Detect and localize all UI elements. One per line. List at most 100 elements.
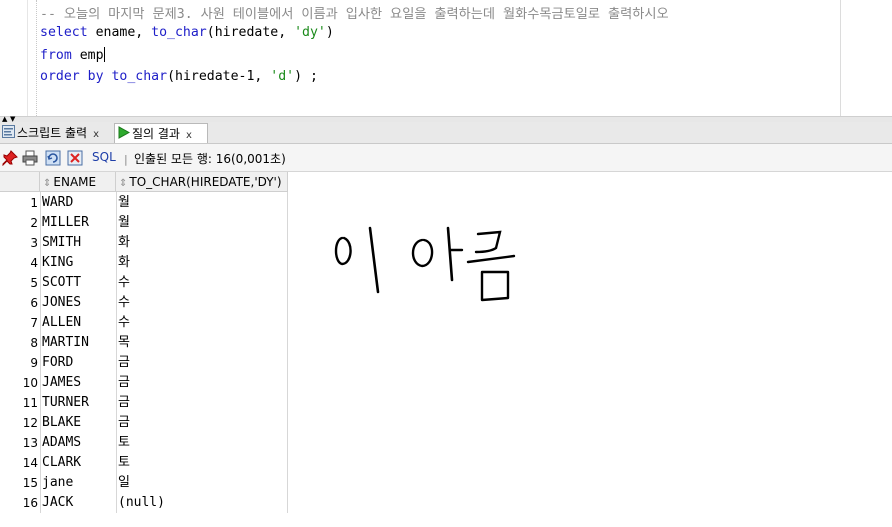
- cell-ename[interactable]: BLAKE: [42, 413, 81, 433]
- sql-button[interactable]: SQL: [92, 150, 116, 164]
- function-to-char: to_char: [111, 69, 168, 84]
- cell-day[interactable]: 금: [118, 353, 130, 373]
- cell-ename[interactable]: MARTIN: [42, 333, 89, 353]
- table-row[interactable]: 13 ADAMS 토: [0, 433, 288, 453]
- cell-ename[interactable]: CLARK: [42, 453, 81, 473]
- close-icon[interactable]: x: [186, 130, 192, 141]
- cell-day[interactable]: 수: [118, 273, 130, 293]
- table-row[interactable]: 14 CLARK 토: [0, 453, 288, 473]
- row-number: 16: [22, 496, 38, 510]
- row-number: 8: [30, 336, 38, 350]
- row-number: 12: [22, 416, 38, 430]
- keyword-select: select: [40, 25, 88, 40]
- cell-day[interactable]: 토: [118, 453, 130, 473]
- row-number-header: [0, 172, 40, 192]
- column-header-ename[interactable]: ⇕ ENAME: [40, 172, 116, 192]
- result-tab-bar: 스크립트 출력 x 질의 결과 x: [0, 122, 892, 144]
- cell-ename[interactable]: JAMES: [42, 373, 81, 393]
- row-number: 4: [30, 256, 38, 270]
- refresh-icon[interactable]: [45, 150, 61, 166]
- export-icon[interactable]: [67, 150, 83, 166]
- cell-ename[interactable]: SMITH: [42, 233, 81, 253]
- script-output-icon: [2, 124, 15, 144]
- row-number: 11: [22, 396, 38, 410]
- row-number: 2: [30, 216, 38, 230]
- cell-day[interactable]: 금: [118, 373, 130, 393]
- sort-icon[interactable]: ⇕: [119, 178, 127, 189]
- code-text: ): [325, 25, 334, 40]
- cell-day[interactable]: 수: [118, 313, 130, 333]
- row-number: 15: [22, 476, 38, 490]
- code-comment-line: -- 오늘의 마지막 문제3. 사원 테이블에서 이름과 입사한 요일을 출력하…: [40, 7, 669, 22]
- table-row[interactable]: 2 MILLER 월: [0, 213, 288, 233]
- cell-ename[interactable]: SCOTT: [42, 273, 81, 293]
- function-to-char: to_char: [151, 25, 207, 40]
- table-row[interactable]: 16 JACK (null): [0, 493, 288, 513]
- keyword-order-by: order by: [40, 69, 104, 84]
- table-row[interactable]: 8 MARTIN 목: [0, 333, 288, 353]
- table-row[interactable]: 1 WARD 월: [0, 193, 288, 213]
- code-text: ) ;: [294, 69, 318, 84]
- row-number: 14: [22, 456, 38, 470]
- code-line-from: from emp: [40, 47, 105, 63]
- cell-day[interactable]: 월: [118, 213, 130, 233]
- code-text: (hiredate,: [206, 25, 295, 40]
- editor-gutter: [0, 0, 28, 116]
- table-row[interactable]: 3 SMITH 화: [0, 233, 288, 253]
- cell-ename[interactable]: FORD: [42, 353, 73, 373]
- cell-day[interactable]: 화: [118, 253, 130, 273]
- table-row[interactable]: 5 SCOTT 수: [0, 273, 288, 293]
- row-number: 13: [22, 436, 38, 450]
- code-text: (hiredate-1,: [167, 69, 271, 84]
- code-line-select: select ename, to_char(hiredate, 'dy'): [40, 25, 334, 40]
- tab-query-result[interactable]: 질의 결과 x: [114, 123, 208, 143]
- row-number: 6: [30, 296, 38, 310]
- pin-icon[interactable]: [2, 150, 18, 167]
- cell-ename[interactable]: ADAMS: [42, 433, 81, 453]
- print-icon[interactable]: [22, 150, 38, 166]
- string-literal: 'dy': [294, 25, 326, 40]
- table-row[interactable]: 4 KING 화: [0, 253, 288, 273]
- cell-day[interactable]: 목: [118, 333, 130, 353]
- column-header-to-char[interactable]: ⇕ TO_CHAR(HIREDATE,'DY'): [116, 172, 288, 192]
- code-line-order-by: order by to_char(hiredate-1, 'd') ;: [40, 69, 318, 84]
- cell-ename[interactable]: ALLEN: [42, 313, 81, 333]
- cell-day[interactable]: (null): [118, 493, 165, 513]
- cell-day[interactable]: 수: [118, 293, 130, 313]
- table-row[interactable]: 15 jane 일: [0, 473, 288, 493]
- table-row[interactable]: 12 BLAKE 금: [0, 413, 288, 433]
- handwritten-annotation: [334, 226, 516, 302]
- string-literal: 'd': [270, 69, 295, 84]
- table-row[interactable]: 9 FORD 금: [0, 353, 288, 373]
- cell-day[interactable]: 금: [118, 393, 130, 413]
- sort-icon[interactable]: ⇕: [43, 178, 51, 189]
- result-toolbar: SQL | 인출된 모든 행: 16(0,001초): [0, 144, 892, 172]
- table-row[interactable]: 6 JONES 수: [0, 293, 288, 313]
- cell-day[interactable]: 금: [118, 413, 130, 433]
- cell-day[interactable]: 토: [118, 433, 130, 453]
- cell-ename[interactable]: KING: [42, 253, 73, 273]
- cell-day[interactable]: 월: [118, 193, 130, 213]
- row-number: 5: [30, 276, 38, 290]
- cell-ename[interactable]: TURNER: [42, 393, 89, 413]
- table-row[interactable]: 7 ALLEN 수: [0, 313, 288, 333]
- cell-ename[interactable]: jane: [42, 473, 73, 493]
- tab-script-output[interactable]: 스크립트 출력 x: [0, 123, 112, 143]
- tab-label: 스크립트 출력: [17, 126, 88, 140]
- close-icon[interactable]: x: [93, 129, 99, 140]
- table-row[interactable]: 11 TURNER 금: [0, 393, 288, 413]
- sql-editor[interactable]: -- 오늘의 마지막 문제3. 사원 테이블에서 이름과 입사한 요일을 출력하…: [0, 0, 892, 116]
- cell-ename[interactable]: JACK: [42, 493, 73, 513]
- cell-ename[interactable]: MILLER: [42, 213, 89, 233]
- cell-day[interactable]: 일: [118, 473, 130, 493]
- cell-ename[interactable]: WARD: [42, 193, 73, 213]
- row-number: 3: [30, 236, 38, 250]
- cell-day[interactable]: 화: [118, 233, 130, 253]
- right-margin-line: [840, 0, 841, 116]
- row-number: 10: [22, 376, 38, 390]
- cell-ename[interactable]: JONES: [42, 293, 81, 313]
- tab-label: 질의 결과: [132, 127, 180, 141]
- text-caret: [103, 47, 105, 62]
- code-text: emp: [71, 48, 104, 63]
- table-row[interactable]: 10 JAMES 금: [0, 373, 288, 393]
